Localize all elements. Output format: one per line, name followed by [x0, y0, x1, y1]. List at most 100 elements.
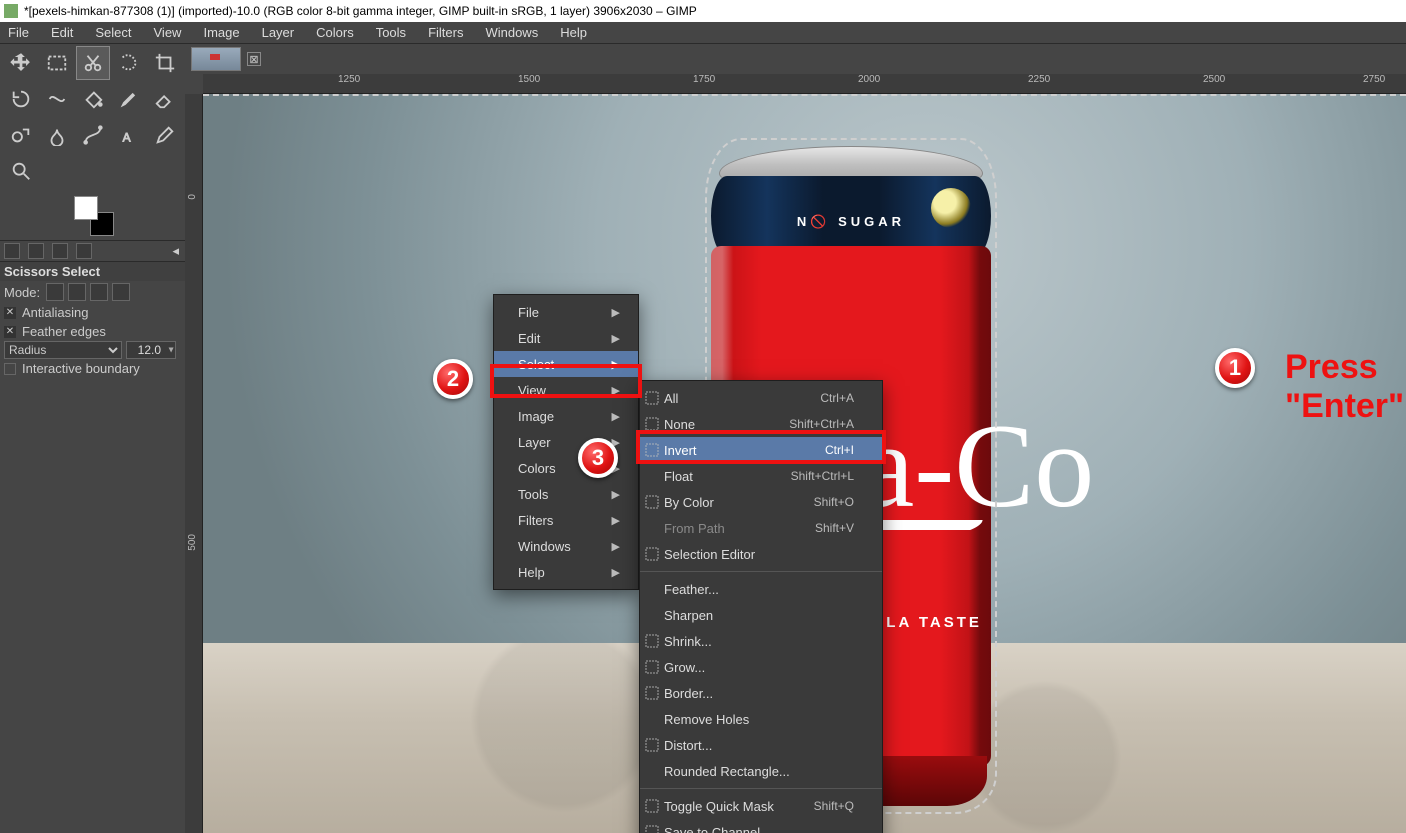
tool-eraser[interactable] [148, 82, 182, 116]
ctx-item-help[interactable]: Help▶ [494, 559, 638, 585]
menu-view[interactable]: View [150, 23, 186, 42]
tool-crop[interactable] [148, 46, 182, 80]
feather-row[interactable]: ✕ Feather edges [0, 322, 185, 341]
submenu-item-grow[interactable]: Grow... [640, 654, 882, 680]
antialias-checkbox[interactable]: ✕ [4, 307, 16, 319]
radius-value[interactable]: 12.0 [126, 341, 176, 359]
chevron-right-icon: ▶ [612, 514, 620, 527]
invert-icon [644, 442, 660, 458]
menu-tools[interactable]: Tools [372, 23, 410, 42]
canvas-context-menu: File▶Edit▶Select▶View▶Image▶Layer▶Colors… [493, 294, 639, 590]
ctx-item-tools[interactable]: Tools▶ [494, 481, 638, 507]
ruler-horizontal[interactable]: 1250 1500 1750 2000 2250 2500 2750 [203, 74, 1406, 94]
submenu-item-remove-holes[interactable]: Remove Holes [640, 706, 882, 732]
fg-color-swatch[interactable] [74, 196, 98, 220]
image-canvas[interactable]: N🚫 SUGAR Coca-Co GREAT COCA-COLA TASTE F… [203, 94, 1406, 833]
ctx-item-image[interactable]: Image▶ [494, 403, 638, 429]
submenu-item-shrink[interactable]: Shrink... [640, 628, 882, 654]
tool-scissors-select[interactable] [76, 46, 110, 80]
mode-subtract-icon[interactable] [90, 283, 108, 301]
ctx-item-select[interactable]: Select▶ [494, 351, 638, 377]
ctx-item-file[interactable]: File▶ [494, 299, 638, 325]
submenu-item-border[interactable]: Border... [640, 680, 882, 706]
qmask-icon [644, 798, 660, 814]
selection-edge [203, 94, 1406, 96]
submenu-item-label: Toggle Quick Mask [664, 799, 774, 814]
window-title: *[pexels-himkan-877308 (1)] (imported)-1… [24, 4, 697, 18]
submenu-item-label: Float [664, 469, 693, 484]
dock-menu-icon[interactable]: ◂ [172, 243, 185, 259]
color-swatches[interactable] [74, 196, 114, 236]
feather-checkbox[interactable]: ✕ [4, 326, 16, 338]
dock-tab-history[interactable] [52, 243, 68, 259]
mode-intersect-icon[interactable] [112, 283, 130, 301]
close-tab-icon[interactable]: ⊠ [247, 52, 261, 66]
ctx-item-label: File [518, 305, 539, 320]
image-tab-thumbnail[interactable] [191, 47, 241, 71]
interactive-checkbox[interactable] [4, 363, 16, 375]
ruler-tick: 2500 [1203, 74, 1225, 85]
tool-smudge[interactable] [40, 118, 74, 152]
submenu-item-selection-editor[interactable]: Selection Editor [640, 541, 882, 567]
shortcut-label: Shift+Ctrl+A [789, 417, 854, 431]
menu-layer[interactable]: Layer [258, 23, 299, 42]
shrink-icon [644, 633, 660, 649]
ruler-vertical[interactable]: 0 500 [185, 94, 203, 833]
radius-select[interactable]: Radius [4, 341, 122, 359]
tool-move[interactable] [4, 46, 38, 80]
submenu-item-feather[interactable]: Feather... [640, 576, 882, 602]
interactive-row[interactable]: Interactive boundary [0, 359, 185, 378]
menu-file[interactable]: File [4, 23, 33, 42]
menu-edit[interactable]: Edit [47, 23, 77, 42]
interactive-label: Interactive boundary [22, 361, 140, 376]
submenu-item-rounded-rectangle[interactable]: Rounded Rectangle... [640, 758, 882, 784]
canvas-area: ⊠ 1250 1500 1750 2000 2250 2500 2750 0 5… [185, 44, 1406, 833]
menu-windows[interactable]: Windows [481, 23, 542, 42]
submenu-item-toggle-quick-mask[interactable]: Toggle Quick MaskShift+Q [640, 793, 882, 819]
tool-free-select[interactable] [112, 46, 146, 80]
menu-filters[interactable]: Filters [424, 23, 467, 42]
menu-select[interactable]: Select [91, 23, 135, 42]
dock-tab-images[interactable] [76, 243, 92, 259]
tool-text[interactable]: A [112, 118, 146, 152]
dock-tab-device[interactable] [28, 243, 44, 259]
no-sugar-text: N🚫 SUGAR [797, 214, 905, 229]
submenu-item-float[interactable]: FloatShift+Ctrl+L [640, 463, 882, 489]
ruler-tick: 2750 [1363, 74, 1385, 85]
mode-label: Mode: [4, 285, 40, 300]
submenu-item-from-path: From PathShift+V [640, 515, 882, 541]
tool-path[interactable] [76, 118, 110, 152]
ctx-item-filters[interactable]: Filters▶ [494, 507, 638, 533]
mode-add-icon[interactable] [68, 283, 86, 301]
submenu-item-distort[interactable]: Distort... [640, 732, 882, 758]
menu-help[interactable]: Help [556, 23, 591, 42]
all-icon [644, 390, 660, 406]
dock-tab-tool-options[interactable] [4, 243, 20, 259]
ctx-item-edit[interactable]: Edit▶ [494, 325, 638, 351]
tool-color-picker[interactable] [148, 118, 182, 152]
menu-image[interactable]: Image [199, 23, 243, 42]
submenu-item-label: Border... [664, 686, 713, 701]
mode-replace-icon[interactable] [46, 283, 64, 301]
tool-paintbrush[interactable] [112, 82, 146, 116]
submenu-item-all[interactable]: AllCtrl+A [640, 385, 882, 411]
tool-rect-select[interactable] [40, 46, 74, 80]
tool-zoom[interactable] [4, 154, 38, 188]
menu-colors[interactable]: Colors [312, 23, 358, 42]
tool-bucket-fill[interactable] [76, 82, 110, 116]
ctx-item-view[interactable]: View▶ [494, 377, 638, 403]
antialias-row[interactable]: ✕ Antialiasing [0, 303, 185, 322]
chevron-right-icon: ▶ [612, 540, 620, 553]
submenu-item-none[interactable]: NoneShift+Ctrl+A [640, 411, 882, 437]
submenu-item-invert[interactable]: InvertCtrl+I [640, 437, 882, 463]
ctx-item-windows[interactable]: Windows▶ [494, 533, 638, 559]
border-icon [644, 685, 660, 701]
submenu-item-save-to-channel[interactable]: Save to Channel [640, 819, 882, 833]
tool-clone[interactable] [4, 118, 38, 152]
submenu-item-by-color[interactable]: By ColorShift+O [640, 489, 882, 515]
chevron-right-icon: ▶ [612, 410, 620, 423]
ctx-item-label: View [518, 383, 546, 398]
tool-rotate[interactable] [4, 82, 38, 116]
submenu-item-sharpen[interactable]: Sharpen [640, 602, 882, 628]
tool-warp[interactable] [40, 82, 74, 116]
